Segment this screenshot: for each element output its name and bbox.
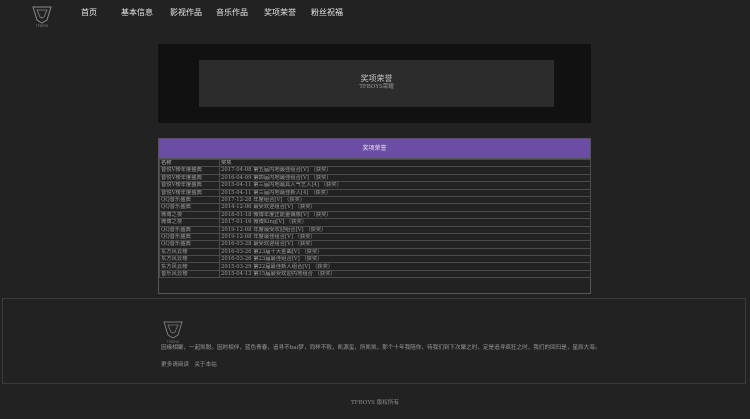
main-nav: 首页 基本信息 影视作品 音乐作品 奖项荣誉 粉丝祝福 [0, 8, 750, 22]
award-event-cell: QQ音乐盛典 [159, 232, 220, 242]
award-detail-cell: 2015-04-11 第三届内地最具人气艺人[4] （获奖） [219, 181, 591, 190]
award-detail-cell: 2015-03-29 第22届最佳新人组合[V] （获奖） [219, 262, 591, 271]
award-detail-cell: 2019-12-08 年度最受欢迎组合[V] （获奖） [219, 225, 591, 234]
award-detail-cell: 2016-03-28 最受欢迎组合[V] （获奖） [219, 240, 591, 249]
award-detail-cell: 2014-12-06 最受欢迎组合[V] （获奖） [219, 203, 591, 212]
award-event-cell: 音悦V榜年度盛典 [159, 166, 220, 175]
awards-table-heading: 奖项荣誉 [159, 139, 590, 159]
column-header-award: 奖项 [219, 158, 591, 168]
nav-films[interactable]: 影视作品 [170, 8, 202, 18]
nav-basic-info[interactable]: 基本信息 [121, 8, 153, 18]
top-navigation-bar: TFBOYS 首页 基本信息 影视作品 音乐作品 奖项荣誉 粉丝祝福 [0, 0, 750, 28]
nav-music[interactable]: 音乐作品 [216, 8, 248, 18]
table-row: 微博之夜 2017-01-16 微博King[V] （获奖） [159, 218, 591, 227]
award-event-cell: 东方风云榜 [159, 255, 220, 264]
copyright-text: TFBOYS 版权所有 [350, 400, 400, 406]
nav-fan-wishes[interactable]: 粉丝祝福 [311, 8, 343, 18]
table-row: 东方风云榜 2015-03-29 第22届最佳新人组合[V] （获奖） [159, 262, 591, 271]
footer-links: 更多请阅读 关于本站 [161, 360, 217, 368]
hero-card: 奖项荣誉 TFBOYS荣耀 [199, 60, 554, 107]
award-detail-cell: 2016-03-26 第23届最佳组合[V] （获奖） [219, 255, 591, 264]
table-row: 东方风云榜 2016-03-26 第23届最佳组合[V] （获奖） [159, 255, 591, 264]
table-row: 音悦V榜年度盛典 2016-04-09 第四届内地最佳组合[V] （获奖） [159, 173, 591, 183]
award-event-cell: QQ音乐盛典 [159, 225, 220, 234]
award-event-cell: 音悦V榜年度盛典 [159, 181, 220, 190]
award-detail-cell: 2016-04-09 第四届内地最佳组合[V] （获奖） [219, 173, 591, 183]
award-detail-cell: 2017-04-08 第五届内地最佳组合[V] （获奖） [219, 166, 591, 175]
award-detail-cell: 2017-12-28 年度组合[V] （获奖） [219, 195, 591, 205]
award-detail-cell: 2017-01-16 微博King[V] （获奖） [219, 218, 591, 227]
table-row: 音悦V榜年度盛典 2015-04-11 第三届内地最佳新人[4] （获奖） [159, 188, 591, 197]
award-event-cell: 音悦V榜年度盛典 [159, 173, 220, 183]
award-event-cell: QQ音乐盛典 [159, 195, 220, 205]
table-row: 音悦V榜年度盛典 2015-04-11 第三届内地最具人气艺人[4] （获奖） [159, 181, 591, 190]
award-detail-cell: 2015-04-11 第三届内地最佳新人[4] （获奖） [219, 188, 591, 197]
site-footer: TFBOYS 因缘相聚，一起凯聪。因时相伴，蓝色青春，追寻不bai梦，同样不败，… [2, 298, 746, 384]
awards-table-panel: 奖项荣誉 名称 奖项 音悦V榜年度盛典 2017-04-08 第五届内地最佳组合[… [158, 138, 591, 294]
svg-text:TFBOYS: TFBOYS [166, 340, 179, 344]
award-event-cell: 微博之夜 [159, 210, 220, 220]
svg-text:TFBOYS: TFBOYS [35, 24, 48, 28]
footer-logo: TFBOYS [161, 319, 185, 345]
table-row: QQ音乐盛典 2019-12-08 年度最受欢迎组合[V] （获奖） [159, 225, 591, 234]
award-detail-cell: 2016-03-26 第23届十大金曲[V] （获奖） [219, 247, 591, 257]
award-detail-cell: 2018-01-18 微博年度正能量偶像[V] （获奖） [219, 210, 591, 220]
award-event-cell: 音乐风云榜 [159, 269, 220, 279]
table-row: 音乐风云榜 2015-04-13 第15届最受欢迎内地组合 （获奖） [159, 269, 591, 279]
award-event-cell: QQ音乐盛典 [159, 240, 220, 249]
table-header-row: 名称 奖项 [159, 158, 591, 168]
hero-subtitle: TFBOYS荣耀 [359, 84, 394, 90]
table-row: QQ音乐盛典 2016-03-28 最受欢迎组合[V] （获奖） [159, 240, 591, 249]
table-row: QQ音乐盛典 2017-12-28 年度组合[V] （获奖） [159, 195, 591, 205]
table-row: QQ音乐盛典 2014-12-06 最受欢迎组合[V] （获奖） [159, 203, 591, 212]
footer-blurb: 因缘相聚，一起凯聪。因时相伴，蓝色青春，追寻不bai梦，同样不败，凯源玺，所凯凯… [161, 345, 601, 351]
hero-banner: 奖项荣誉 TFBOYS荣耀 [158, 44, 591, 123]
award-event-cell: 东方风云榜 [159, 262, 220, 271]
column-header-name: 名称 [159, 158, 220, 168]
awards-table: 名称 奖项 音悦V榜年度盛典 2017-04-08 第五届内地最佳组合[V] （获… [159, 158, 591, 279]
award-event-cell: 东方风云榜 [159, 247, 220, 257]
nav-awards[interactable]: 奖项荣誉 [264, 8, 296, 18]
nav-home[interactable]: 首页 [81, 8, 97, 18]
table-row: QQ音乐盛典 2019-12-08 年度最佳组合[V] （获奖） [159, 232, 591, 242]
award-event-cell: 音悦V榜年度盛典 [159, 188, 220, 197]
award-detail-cell: 2019-12-08 年度最佳组合[V] （获奖） [219, 232, 591, 242]
award-event-cell: QQ音乐盛典 [159, 203, 220, 212]
footer-link-about[interactable]: 关于本站 [194, 362, 216, 368]
award-event-cell: 微博之夜 [159, 218, 220, 227]
table-row: 音悦V榜年度盛典 2017-04-08 第五届内地最佳组合[V] （获奖） [159, 166, 591, 175]
table-row: 微博之夜 2018-01-18 微博年度正能量偶像[V] （获奖） [159, 210, 591, 220]
footer-link-read-more[interactable]: 更多请阅读 [161, 362, 189, 368]
award-detail-cell: 2015-04-13 第15届最受欢迎内地组合 （获奖） [219, 269, 591, 279]
hero-title: 奖项荣誉 [360, 74, 393, 83]
table-row: 东方风云榜 2016-03-26 第23届十大金曲[V] （获奖） [159, 247, 591, 257]
